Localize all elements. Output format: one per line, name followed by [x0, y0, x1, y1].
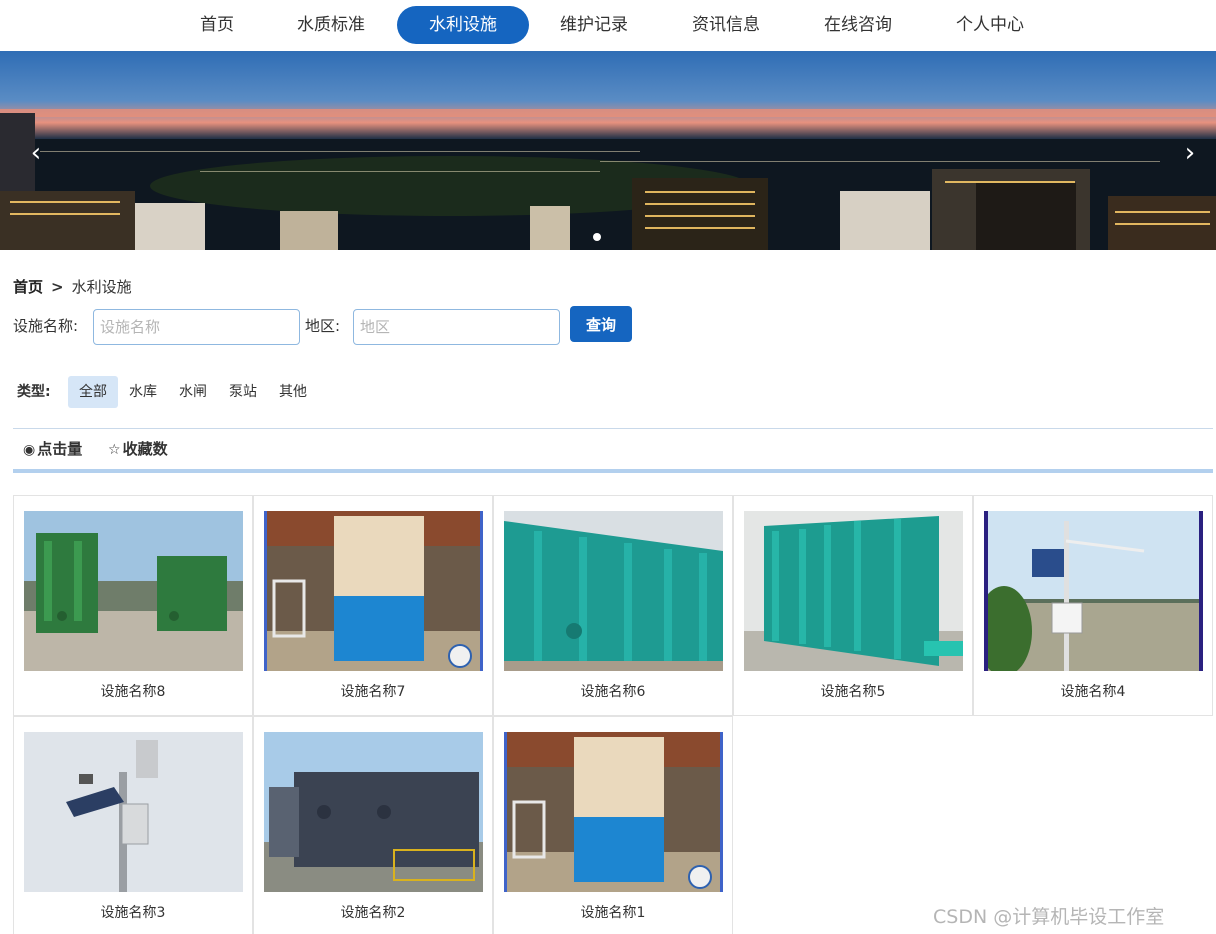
sort-by-favorites[interactable]: ☆ 收藏数	[108, 439, 168, 460]
facility-name-input[interactable]	[93, 309, 300, 345]
facility-card[interactable]: 设施名称8	[13, 495, 253, 716]
facility-name: 设施名称2	[340, 905, 406, 921]
facility-image	[504, 732, 723, 892]
facility-card[interactable]: 设施名称5	[733, 495, 973, 716]
facility-card[interactable]: 设施名称2	[253, 716, 493, 934]
facility-image	[24, 511, 243, 671]
breadcrumb-current: 水利设施	[71, 278, 132, 296]
nav-water-facilities[interactable]: 水利设施	[397, 6, 529, 44]
star-icon: ☆	[108, 442, 121, 458]
type-option-sluice[interactable]: 水闸	[168, 376, 218, 408]
watermark: CSDN @计算机毕设工作室	[933, 906, 1165, 928]
query-button[interactable]: 查询	[570, 306, 632, 342]
region-input[interactable]	[353, 309, 560, 345]
eye-icon: ◉	[23, 442, 36, 458]
top-nav: 首页 水质标准 水利设施 维护记录 资讯信息 在线咨询 个人中心	[0, 0, 1216, 51]
carousel-prev-arrow-icon[interactable]: ‹	[24, 139, 48, 167]
facility-name-label: 设施名称:	[13, 317, 79, 335]
breadcrumb-separator: >	[51, 278, 64, 296]
breadcrumb-home[interactable]: 首页	[13, 278, 43, 296]
facility-card[interactable]: 设施名称1	[493, 716, 733, 934]
facility-name: 设施名称7	[340, 684, 406, 700]
nav-home[interactable]: 首页	[182, 6, 252, 44]
carousel-indicator-dot[interactable]	[593, 233, 601, 241]
nav-maintenance-records[interactable]: 维护记录	[546, 6, 642, 44]
facility-grid: 设施名称8 设施名称7 设施名称6 设施名称5 设施名称4 设施名称3 设施名称…	[13, 495, 1213, 934]
facility-name: 设施名称3	[100, 905, 166, 921]
facility-name: 设施名称8	[100, 684, 166, 700]
facility-image	[24, 732, 243, 892]
carousel-next-arrow-icon[interactable]: ›	[1178, 139, 1202, 167]
facility-card[interactable]: 设施名称7	[253, 495, 493, 716]
type-option-reservoir[interactable]: 水库	[118, 376, 168, 408]
facility-card[interactable]: 设施名称3	[13, 716, 253, 934]
nav-online-consult[interactable]: 在线咨询	[810, 6, 906, 44]
sort-bar: ◉ 点击量 ☆ 收藏数	[13, 428, 1213, 473]
type-filter-label: 类型:	[17, 384, 51, 400]
sort-favorites-label: 收藏数	[122, 440, 168, 458]
facility-card[interactable]: 设施名称4	[973, 495, 1213, 716]
type-option-pump-station[interactable]: 泵站	[218, 376, 268, 408]
facility-image	[504, 511, 723, 671]
facility-name: 设施名称5	[820, 684, 886, 700]
facility-name: 设施名称4	[1060, 684, 1126, 700]
breadcrumb: 首页 > 水利设施	[13, 277, 132, 297]
type-option-all[interactable]: 全部	[68, 376, 118, 408]
facility-image	[984, 511, 1203, 671]
city-skyline-image	[0, 109, 1216, 250]
sort-clicks-label: 点击量	[37, 440, 83, 458]
nav-personal-center[interactable]: 个人中心	[942, 6, 1038, 44]
sort-by-clicks[interactable]: ◉ 点击量	[23, 439, 82, 460]
type-option-other[interactable]: 其他	[268, 376, 318, 408]
facility-image	[744, 511, 963, 671]
facility-image	[264, 511, 483, 671]
facility-image	[264, 732, 483, 892]
banner-carousel[interactable]: ‹ ›	[0, 51, 1216, 250]
region-label: 地区:	[305, 317, 341, 335]
nav-water-quality-standard[interactable]: 水质标准	[283, 6, 379, 44]
facility-name: 设施名称6	[580, 684, 646, 700]
facility-name: 设施名称1	[580, 905, 646, 921]
facility-card[interactable]: 设施名称6	[493, 495, 733, 716]
nav-news-info[interactable]: 资讯信息	[678, 6, 774, 44]
